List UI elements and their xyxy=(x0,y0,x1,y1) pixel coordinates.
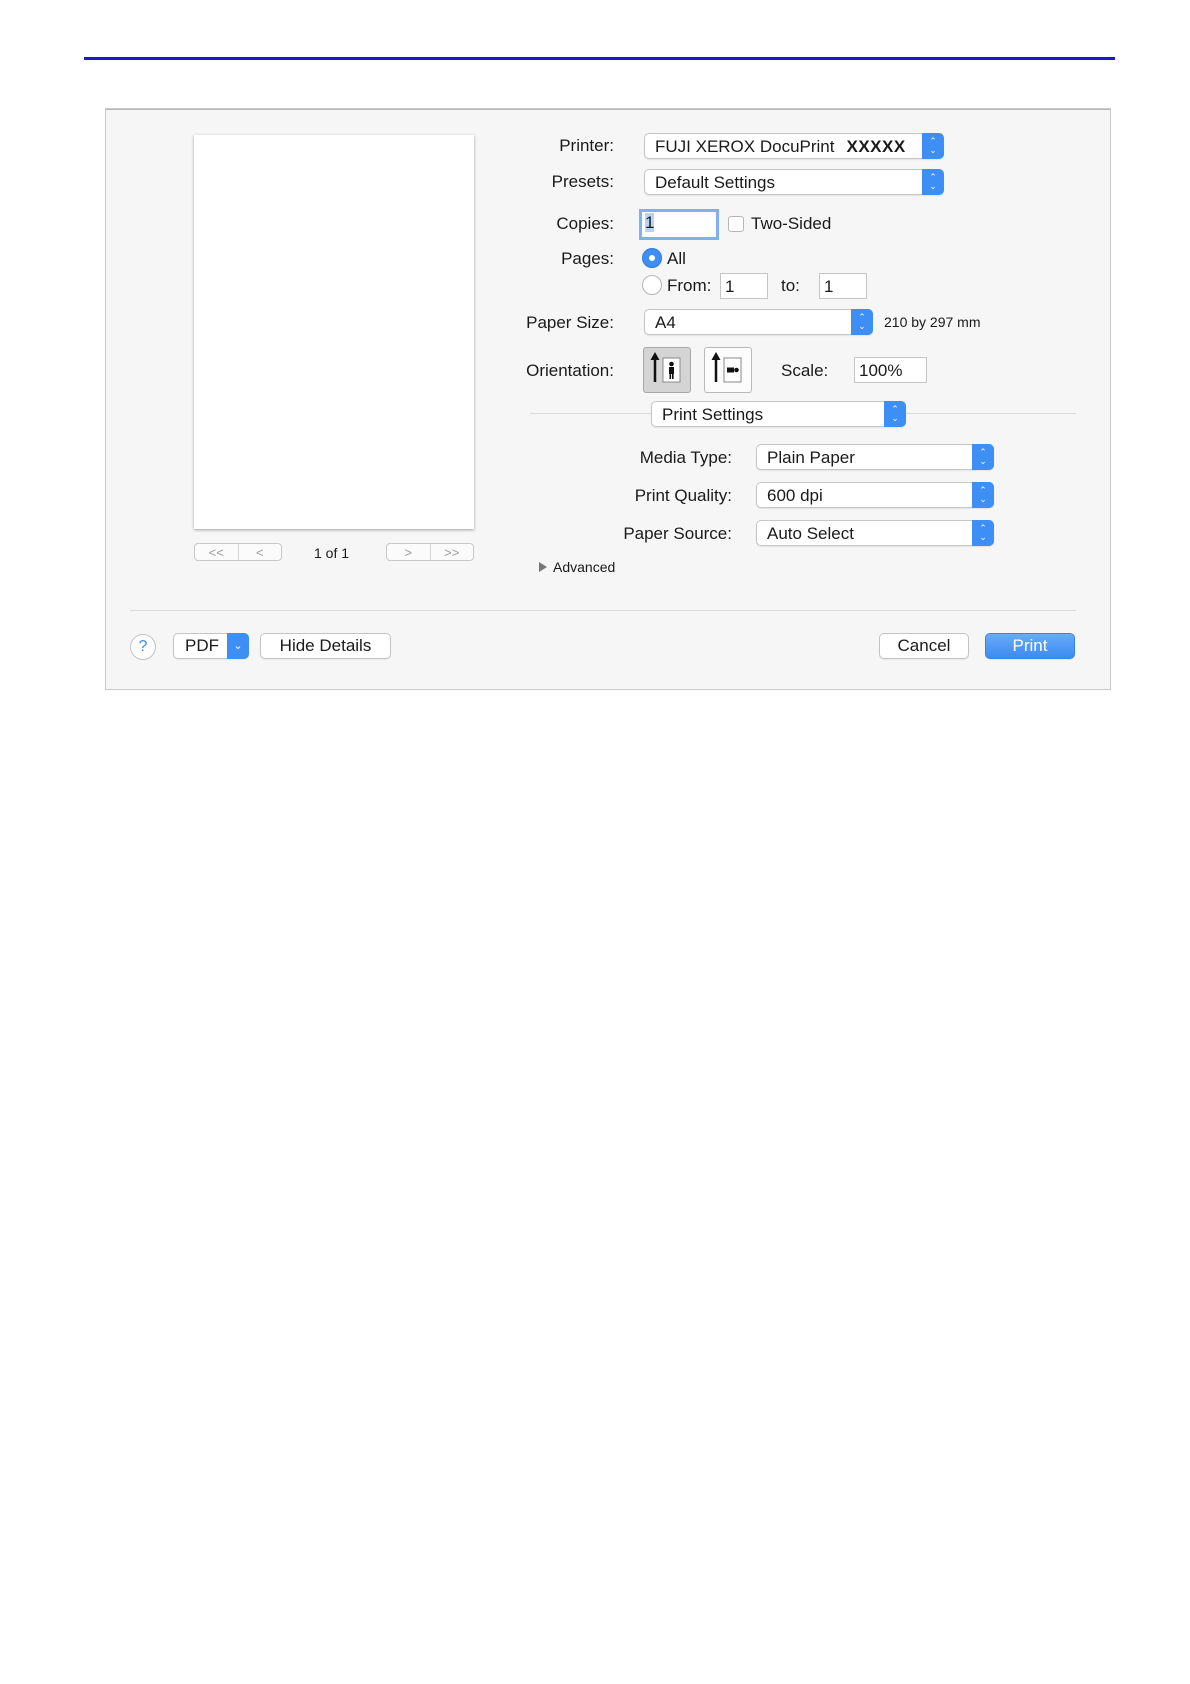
printer-label: Printer: xyxy=(559,136,614,155)
hide-details-button[interactable]: Hide Details xyxy=(260,633,391,659)
advanced-disclosure[interactable]: Advanced xyxy=(538,559,615,575)
chevron-updown-icon: ⌃ ⌄ xyxy=(972,482,994,508)
print-quality-value: 600 dpi xyxy=(767,486,823,505)
printer-model: XXXXX xyxy=(846,137,906,156)
media-type-label: Media Type: xyxy=(639,448,732,467)
portrait-person-icon xyxy=(650,352,681,383)
chevron-updown-icon: ⌃ ⌄ xyxy=(851,309,873,335)
copies-label: Copies: xyxy=(556,214,614,233)
help-button[interactable]: ? xyxy=(130,634,156,660)
advanced-label: Advanced xyxy=(553,559,616,575)
chevron-updown-icon: ⌃ ⌄ xyxy=(972,520,994,546)
copies-value: 1 xyxy=(645,213,655,232)
paper-source-value: Auto Select xyxy=(767,524,854,543)
two-sided-checkbox[interactable] xyxy=(728,216,744,232)
paper-dimensions: 210 by 297 mm xyxy=(884,314,981,330)
presets-label: Presets: xyxy=(551,172,614,191)
media-type-select[interactable]: Plain Paper ⌃ ⌄ xyxy=(756,444,994,470)
landscape-person-icon xyxy=(711,352,742,383)
pages-all-label: All xyxy=(667,249,686,268)
orientation-portrait-button[interactable] xyxy=(643,347,691,393)
preview-nav-back: << < xyxy=(194,543,282,561)
first-page-button[interactable]: << xyxy=(195,544,238,560)
disclosure-triangle-icon xyxy=(539,562,547,572)
paper-size-select[interactable]: A4 ⌃ ⌄ xyxy=(644,309,873,335)
chevron-updown-icon: ⌃ ⌄ xyxy=(922,133,944,159)
preview-nav-forward: > >> xyxy=(386,543,474,561)
pdf-label: PDF xyxy=(185,636,219,655)
print-dialog: << < 1 of 1 > >> Printer: FUJI XEROX Doc… xyxy=(105,108,1111,690)
chevron-updown-icon: ⌃ ⌄ xyxy=(972,444,994,470)
copies-input[interactable]: 1 xyxy=(639,209,719,240)
scale-label: Scale: xyxy=(781,361,829,380)
cancel-button[interactable]: Cancel xyxy=(879,633,969,659)
paper-size-value: A4 xyxy=(655,313,676,332)
paper-size-label: Paper Size: xyxy=(526,313,614,332)
print-button[interactable]: Print xyxy=(985,633,1075,659)
pages-from-input[interactable]: 1 xyxy=(720,273,768,299)
chevron-updown-icon: ⌃ ⌄ xyxy=(922,169,944,195)
printer-name: FUJI XEROX DocuPrint xyxy=(655,137,835,156)
paper-source-select[interactable]: Auto Select ⌃ ⌄ xyxy=(756,520,994,546)
print-quality-label: Print Quality: xyxy=(634,486,732,505)
presets-select[interactable]: Default Settings ⌃ ⌄ xyxy=(644,169,944,195)
orientation-landscape-button[interactable] xyxy=(704,347,752,393)
pages-to-input[interactable]: 1 xyxy=(819,273,867,299)
pages-from-radio[interactable] xyxy=(642,275,662,295)
section-value: Print Settings xyxy=(662,405,764,424)
pdf-menu-button[interactable]: PDF ⌄ xyxy=(173,633,249,659)
section-select[interactable]: Print Settings ⌃ ⌄ xyxy=(651,401,906,427)
footer-divider xyxy=(130,610,1076,611)
pages-to-label: to: xyxy=(781,276,800,295)
chevron-down-icon: ⌄ xyxy=(227,633,249,659)
pages-from-label: From: xyxy=(667,276,712,295)
printer-select[interactable]: FUJI XEROX DocuPrint XXXXX ⌃ ⌄ xyxy=(644,133,944,159)
page-top-rule xyxy=(84,57,1115,60)
media-type-value: Plain Paper xyxy=(767,448,855,467)
chevron-updown-icon: ⌃ ⌄ xyxy=(884,401,906,427)
pages-label: Pages: xyxy=(561,249,614,268)
last-page-button[interactable]: >> xyxy=(429,544,474,560)
print-quality-select[interactable]: 600 dpi ⌃ ⌄ xyxy=(756,482,994,508)
page-indicator: 1 of 1 xyxy=(314,545,350,561)
orientation-label: Orientation: xyxy=(526,361,614,380)
paper-source-label: Paper Source: xyxy=(623,524,732,543)
two-sided-label: Two-Sided xyxy=(751,214,832,233)
scale-input[interactable]: 100% xyxy=(854,357,927,383)
pages-all-radio[interactable] xyxy=(642,248,662,268)
presets-value: Default Settings xyxy=(655,173,776,192)
page-preview xyxy=(194,135,474,529)
next-page-button[interactable]: > xyxy=(387,544,430,560)
prev-page-button[interactable]: < xyxy=(237,544,282,560)
